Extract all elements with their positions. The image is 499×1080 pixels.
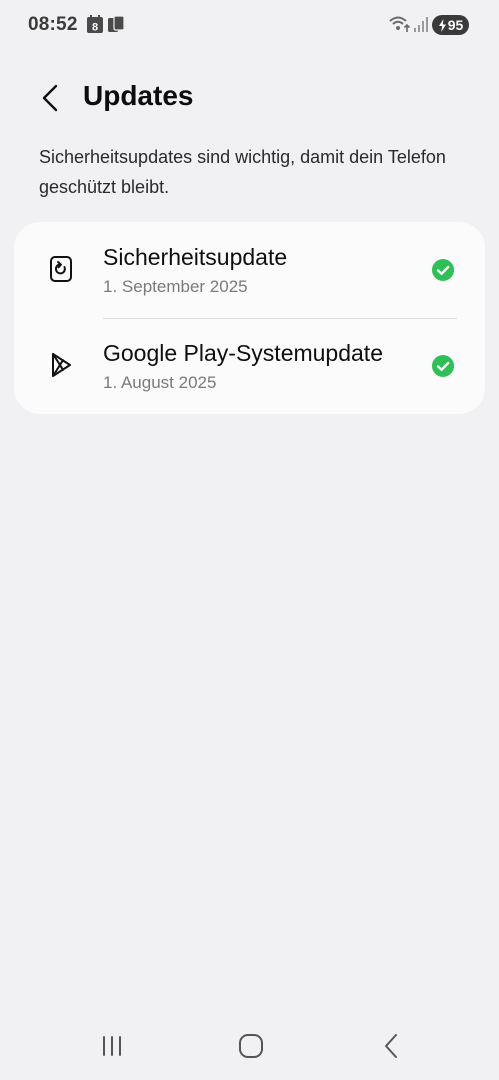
back-icon (385, 1034, 397, 1058)
signal-icon (414, 17, 428, 32)
battery-indicator: 95 (432, 15, 469, 35)
wifi-icon (389, 16, 411, 32)
home-button[interactable] (229, 1030, 273, 1062)
google-play-icon (46, 350, 76, 380)
navigation-bar (0, 1010, 499, 1080)
status-bar: 08:52 8 95 (0, 0, 499, 52)
recent-apps-button[interactable] (90, 1030, 134, 1062)
check-icon (432, 259, 454, 281)
item-date: 1. August 2025 (103, 373, 217, 392)
chevron-left-icon (42, 84, 58, 112)
check-icon (432, 355, 454, 377)
item-date: 1. September 2025 (103, 277, 248, 296)
list-item-google-play-update[interactable]: Google Play-Systemupdate 1. August 2025 (14, 318, 485, 414)
updates-card: Sicherheitsupdate 1. September 2025 Goog… (14, 222, 485, 414)
battery-level: 95 (447, 17, 464, 33)
status-time: 08:52 (28, 14, 78, 35)
nav-back-button[interactable] (369, 1030, 413, 1062)
item-title: Sicherheitsupdate (103, 244, 288, 270)
security-update-icon (46, 254, 76, 284)
calendar-icon: 8 (87, 15, 103, 34)
page-title: Updates (83, 80, 194, 111)
recent-apps-icon (103, 1036, 121, 1056)
description-text: Sicherheitsupdates sind wichtig, damit d… (39, 147, 446, 197)
battery-charging-icon (438, 18, 446, 32)
list-item-security-update[interactable]: Sicherheitsupdate 1. September 2025 (14, 222, 485, 319)
sim-icon (108, 15, 125, 32)
calendar-day: 8 (92, 22, 98, 34)
home-icon (239, 1034, 263, 1058)
item-title: Google Play-Systemupdate (103, 340, 383, 366)
back-button[interactable] (30, 78, 70, 118)
